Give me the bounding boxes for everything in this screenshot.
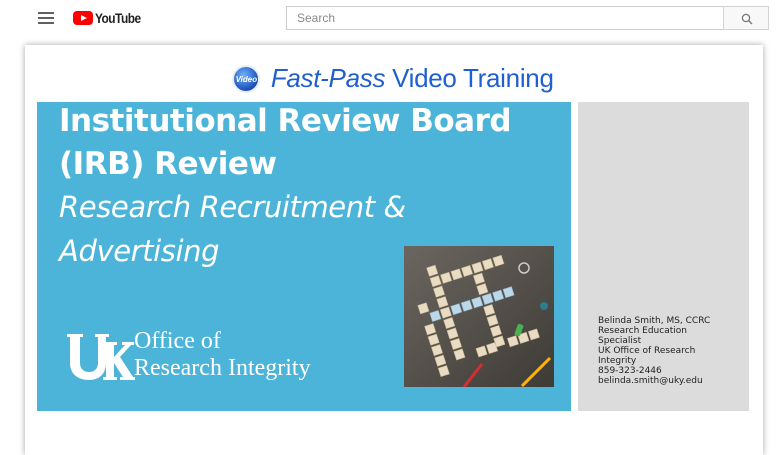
title-panel: Institutional Review Board (IRB) Review … [37, 102, 571, 411]
office-line-1: Office of [134, 328, 221, 354]
brand-title-rest: Video Training [385, 63, 554, 93]
presenter-contact: Belinda Smith, MS, CCRC Research Educati… [598, 316, 710, 386]
youtube-logo[interactable]: YouTube [73, 10, 149, 26]
contact-name: Belinda Smith, MS, CCRC [598, 316, 711, 326]
search-input[interactable]: Search [286, 6, 723, 30]
slide-brand-header: Video Fast-Pass Video Training [37, 63, 749, 99]
brand-title: Fast-Pass Video Training [271, 63, 554, 94]
youtube-header: YouTube Search [0, 0, 777, 37]
slide-title-line-2: (IRB) Review [59, 146, 277, 182]
office-line-2: Research Integrity [134, 355, 311, 381]
menu-icon[interactable] [38, 12, 54, 24]
search-button[interactable] [723, 6, 769, 30]
contact-title-2: Specialist [598, 336, 642, 346]
contact-phone: 859-323-2446 [598, 366, 662, 376]
video-slide[interactable]: Video Fast-Pass Video Training Instituti… [37, 57, 749, 455]
slide-subtitle-line-2: Advertising [59, 234, 220, 268]
video-badge-icon: Video [232, 64, 261, 93]
contact-email: belinda.smith@uky.edu [598, 376, 703, 386]
brand-title-bold: Fast-Pass [270, 63, 386, 93]
presenter-panel: Belinda Smith, MS, CCRC Research Educati… [578, 102, 749, 411]
contact-org-1: UK Office of Research [598, 346, 696, 356]
search-icon [741, 13, 753, 25]
video-badge-text: Video [235, 74, 258, 84]
office-name: Office of Research Integrity [134, 328, 311, 382]
uk-logo-icon [67, 334, 135, 380]
youtube-logo-text: YouTube [95, 10, 141, 26]
slide-title-line-1: Institutional Review Board [59, 103, 512, 139]
contact-org-2: Integrity [598, 356, 637, 366]
youtube-logo-icon [73, 11, 93, 25]
contact-title-1: Research Education [598, 326, 687, 336]
slide-subtitle-line-1: Research Recruitment & [59, 190, 406, 224]
scrabble-tiles-image [404, 246, 554, 387]
